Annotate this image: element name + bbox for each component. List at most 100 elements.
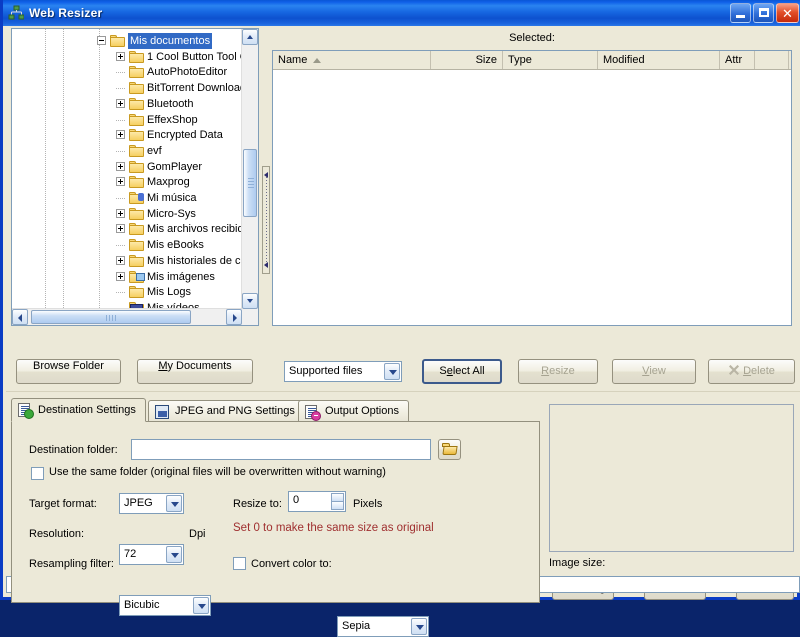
- folder-icon: [129, 239, 145, 252]
- column-header[interactable]: Modified: [598, 51, 720, 69]
- expand-icon[interactable]: [116, 177, 125, 187]
- scroll-down-button[interactable]: [242, 293, 258, 309]
- tree-item-label: Mis archivos recibidos: [147, 223, 244, 236]
- my-documents-button[interactable]: My Documents: [137, 359, 253, 384]
- target-format-combo[interactable]: JPEG: [119, 493, 184, 514]
- resampling-filter-combo[interactable]: Bicubic: [119, 595, 211, 616]
- tree-connector-line: [116, 119, 125, 121]
- panel-splitter[interactable]: [262, 166, 270, 274]
- tree-item-label: Mis Logs: [147, 286, 192, 299]
- browse-destination-folder-button[interactable]: [438, 439, 461, 460]
- expand-icon[interactable]: [116, 224, 125, 234]
- chevron-down-icon[interactable]: [411, 618, 427, 635]
- scroll-left-button[interactable]: [12, 309, 28, 325]
- tree-item-label: Mi música: [147, 192, 197, 204]
- expand-icon[interactable]: [116, 130, 125, 140]
- browse-folder-button[interactable]: Browse Folder: [16, 359, 121, 384]
- tab-jpeg-png-settings[interactable]: JPEG and PNG Settings: [148, 400, 305, 422]
- maximize-button[interactable]: [753, 3, 774, 23]
- folder-icon: [129, 97, 145, 111]
- expand-icon[interactable]: [116, 98, 125, 108]
- column-header-label: Name: [278, 54, 308, 66]
- tree-vertical-scrollbar[interactable]: [241, 29, 258, 325]
- file-type-value: Supported files: [289, 365, 363, 377]
- tree-item-label: Mis documentos: [128, 33, 213, 49]
- pixels-label: Pixels: [353, 498, 383, 510]
- column-header[interactable]: Size: [431, 51, 503, 69]
- tree-item-label: evf: [147, 144, 162, 157]
- tree-horizontal-scrollbar[interactable]: [12, 308, 242, 325]
- folder-tree[interactable]: Mis documentos 1 Cool Button Tool Ou AutoP…: [11, 28, 259, 326]
- resolution-value: 72: [124, 548, 137, 560]
- tree-connector-line: [116, 72, 125, 74]
- scroll-up-button[interactable]: [242, 29, 258, 45]
- file-list[interactable]: Name Size Type Modified Attr: [272, 50, 792, 326]
- tab-strip: Destination Settings JPEG and PNG Settin…: [11, 398, 540, 422]
- folder-icon: [129, 82, 145, 95]
- tab-output-options-label: Output Options: [325, 405, 399, 417]
- resize-hint-text: Set 0 to make the same size as original: [233, 522, 434, 534]
- title-bar: Web Resizer: [3, 0, 800, 26]
- expand-icon[interactable]: [116, 208, 125, 218]
- scroll-right-button[interactable]: [226, 309, 242, 325]
- resolution-combo[interactable]: 72: [119, 544, 184, 565]
- window-controls: [730, 3, 799, 24]
- folder-icon: [129, 113, 145, 127]
- image-icon: [155, 405, 170, 420]
- expand-icon[interactable]: [116, 51, 125, 61]
- column-header[interactable]: Type: [503, 51, 598, 69]
- resampling-filter-value: Bicubic: [124, 599, 160, 611]
- column-header-label: Type: [508, 54, 532, 66]
- scroll-thumb[interactable]: [243, 149, 257, 217]
- tree-connector-line: [116, 245, 125, 247]
- expand-icon[interactable]: [116, 271, 125, 281]
- collapse-icon[interactable]: [97, 36, 106, 45]
- resize-to-spinner[interactable]: 0: [288, 491, 346, 512]
- file-type-combo[interactable]: Supported files: [284, 361, 402, 382]
- hscroll-thumb-grip: [106, 315, 116, 321]
- destination-folder-label: Destination folder:: [29, 444, 118, 456]
- tree-connector-line: [116, 88, 125, 90]
- tree-item-label: Encrypted Data: [147, 129, 223, 142]
- expand-icon[interactable]: [116, 161, 125, 171]
- folder-icon: [129, 50, 145, 64]
- select-all-button[interactable]: Select All: [422, 359, 502, 384]
- delete-button[interactable]: Delete: [708, 359, 795, 384]
- chevron-down-icon[interactable]: [166, 546, 182, 563]
- sort-ascending-icon: [313, 57, 322, 63]
- column-header[interactable]: [755, 51, 789, 69]
- folder-pictures-icon: [129, 270, 145, 284]
- folder-icon: [129, 176, 145, 189]
- convert-color-value: Sepia: [342, 620, 371, 632]
- view-button[interactable]: View: [612, 359, 696, 384]
- tree-item-label: Mis historiales de con: [147, 254, 244, 267]
- resize-button[interactable]: Resize: [518, 359, 598, 384]
- application-window: Web Resizer Mis documentos1 Cool Button …: [0, 0, 800, 637]
- spinner-buttons[interactable]: [331, 493, 344, 510]
- dpi-label: Dpi: [189, 528, 206, 540]
- column-header[interactable]: Name: [273, 51, 431, 69]
- resize-to-label: Resize to:: [233, 498, 282, 510]
- tab-output-options[interactable]: Output Options: [298, 400, 409, 422]
- minimize-button[interactable]: [730, 3, 751, 23]
- chevron-down-icon[interactable]: [384, 363, 400, 380]
- spinner-down-button[interactable]: [331, 501, 344, 510]
- folder-icon: [129, 223, 145, 236]
- expand-icon[interactable]: [116, 255, 125, 265]
- tab-destination-settings[interactable]: Destination Settings: [11, 398, 146, 422]
- hscroll-thumb[interactable]: [31, 310, 191, 324]
- resize-to-value: 0: [293, 494, 300, 506]
- tree-item-label: EffexShop: [147, 113, 198, 126]
- convert-color-combo[interactable]: Sepia: [337, 616, 429, 637]
- tree-connector-line: [116, 150, 125, 152]
- chevron-down-icon[interactable]: [166, 495, 182, 512]
- close-button[interactable]: [776, 3, 799, 24]
- tree-connector-line: [116, 292, 125, 294]
- document-check-icon: [18, 403, 34, 419]
- use-same-folder-checkbox[interactable]: [31, 467, 44, 480]
- destination-folder-input[interactable]: [131, 439, 431, 460]
- column-header[interactable]: Attr: [720, 51, 755, 69]
- delete-x-icon: [728, 365, 739, 375]
- convert-color-checkbox[interactable]: [233, 557, 246, 570]
- tab-jpeg-png-settings-label: JPEG and PNG Settings: [175, 405, 295, 417]
